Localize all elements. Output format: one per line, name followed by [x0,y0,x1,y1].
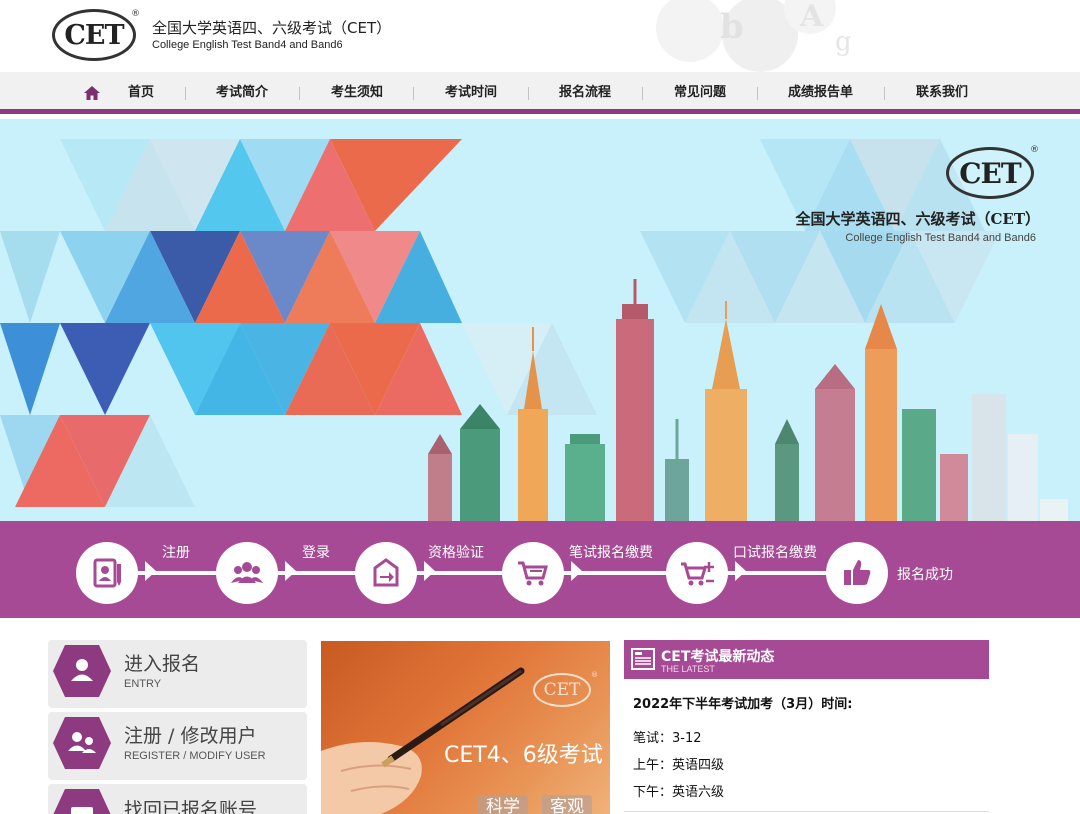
pen-hand-image [321,667,525,814]
recover-account-title: 找回已报名账号 [124,799,258,814]
svg-text:A: A [799,0,824,34]
nav-item-faq[interactable]: 常见问题 [674,72,726,114]
entry-button[interactable]: 进入报名 ENTRY [48,640,307,708]
banner-logo-text: CET [959,156,1021,190]
cet-promo-image[interactable]: CET ® CET4、6级考试 科学 客观 [321,641,610,814]
nav-divider [299,87,300,100]
header-decoration: b A g [656,0,852,72]
nav-item-intro[interactable]: 考试简介 [216,72,268,114]
recover-account-button[interactable]: 找回已报名账号 [48,784,307,814]
news-line-morning: 上午：英语四级 [633,758,725,773]
step-written-payment[interactable] [502,542,564,604]
entry-title: 进入报名 [124,653,201,675]
steps-connector [100,571,860,575]
banner-logo: CET [946,147,1034,199]
registration-steps: 注册 登录 资格验证 笔试报名缴费 口试报名缴费 报名成功 [0,521,1080,618]
step-label-verify: 资格验证 [428,545,484,561]
nav-divider [185,87,186,100]
banner-title-en: College English Test Band4 and Band6 [845,232,1036,244]
news-divider [624,811,989,812]
site-title-cn: 全国大学英语四、六级考试（CET） [152,19,392,37]
news-headline-link[interactable]: 2022年下半年考试加考（3月）时间: [633,693,852,712]
step-label-written-payment: 笔试报名缴费 [569,545,653,561]
news-header: CET考试最新动态 THE LATEST [624,640,989,679]
site-title-en: College English Test Band4 and Band6 [152,39,343,51]
nav-divider [528,87,529,100]
step-label-login: 登录 [302,545,330,561]
user-icon [53,645,111,697]
promo-logo-text: CET [543,680,581,700]
promo-logo: CET [533,673,591,707]
logo-registered-mark: ® [131,9,140,19]
banner-artwork [0,139,1068,521]
news-subtitle: THE LATEST [661,664,715,674]
nav-item-contact[interactable]: 联系我们 [916,72,968,114]
promo-tag-objective: 客观 [542,795,592,814]
thumbs-up-icon [844,560,871,585]
svg-text:b: b [720,7,744,47]
step-arrow [285,561,296,581]
step-verify[interactable] [355,542,417,604]
step-success[interactable] [826,542,888,604]
nav-divider [884,87,885,100]
step-oral-payment[interactable] [666,542,728,604]
verify-icon [373,558,399,587]
register-icon [93,558,121,588]
register-modify-title: 注册 / 修改用户 [124,725,257,747]
step-register[interactable] [76,542,138,604]
cart-icon [518,561,548,586]
nav-item-process[interactable]: 报名流程 [559,72,611,114]
step-arrow [735,561,746,581]
cart-plus-icon [681,562,714,586]
news-icon [631,648,655,670]
step-arrow [424,561,435,581]
step-label-success: 报名成功 [897,567,953,583]
users-icon [53,717,111,769]
step-label-oral-payment: 口试报名缴费 [733,545,817,561]
nav-divider [413,87,414,100]
step-login[interactable] [216,542,278,604]
banner-registered-mark: ® [1030,145,1039,155]
register-modify-user-button[interactable]: 注册 / 修改用户 REGISTER / MODIFY USER [48,712,307,780]
page: b A g CET ® 全国大学英语四、六级考试（CET） College En… [0,0,1080,814]
logo-text: CET [64,19,124,51]
entry-subtitle: ENTRY [124,678,162,690]
svg-text:g: g [835,27,852,57]
promo-title: CET4、6级考试 [444,743,603,768]
nav-item-notice[interactable]: 考生须知 [331,72,383,114]
banner-title-cn: 全国大学英语四、六级考试（CET） [795,210,1040,228]
step-arrow [571,561,582,581]
account-icon [53,789,111,814]
news-line-written: 笔试：3-12 [633,731,702,746]
news-line-afternoon: 下午：英语六级 [633,785,725,800]
site-logo[interactable]: CET [52,9,136,61]
nav-item-score-report[interactable]: 成绩报告单 [788,72,853,114]
promo-tag-science: 科学 [478,795,528,814]
users-icon [231,562,263,583]
news-title: CET考试最新动态 [661,649,775,665]
promo-registered-mark: ® [591,671,598,679]
nav-divider [642,87,643,100]
home-icon[interactable] [83,85,101,101]
hero-banner: CET ® 全国大学英语四、六级考试（CET） College English … [0,119,1080,521]
nav-item-schedule[interactable]: 考试时间 [445,72,497,114]
main-nav: 首页 考试简介 考生须知 考试时间 报名流程 常见问题 成绩报告单 联系我们 [0,72,1080,114]
step-arrow [145,561,156,581]
nav-item-home[interactable]: 首页 [128,72,154,114]
step-label-register: 注册 [162,545,190,561]
site-header: b A g CET ® 全国大学英语四、六级考试（CET） College En… [0,0,1080,72]
register-modify-subtitle: REGISTER / MODIFY USER [124,750,266,762]
nav-divider [757,87,758,100]
